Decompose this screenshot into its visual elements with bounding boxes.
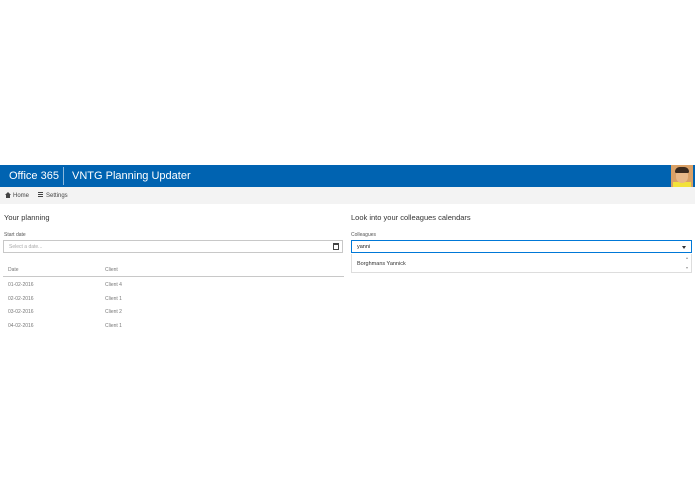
colleagues-calendars-title: Look into your colleagues calendars — [351, 213, 471, 222]
chevron-down-icon[interactable] — [682, 246, 686, 249]
app-title: VNTG Planning Updater — [72, 170, 191, 182]
suggestions-scrollbar[interactable] — [684, 254, 691, 272]
nav-home-label: Home — [13, 193, 30, 199]
nav-settings-label: Settings — [46, 193, 68, 199]
row-date: 02-02-2016 — [8, 295, 34, 302]
calendar-icon[interactable] — [333, 243, 339, 250]
table-row[interactable]: 02-02-2016 Client 1 — [3, 291, 344, 305]
row-client: Client 1 — [105, 322, 122, 329]
list-icon — [38, 192, 44, 198]
column-header-date[interactable]: Date — [8, 267, 19, 273]
office365-brand[interactable]: Office 365 — [9, 169, 59, 183]
nav-settings-link[interactable]: Settings — [38, 192, 68, 200]
suite-bar-divider — [63, 167, 64, 185]
start-date-input[interactable]: Select a date... — [3, 240, 343, 253]
nav-home-link[interactable]: Home — [5, 192, 29, 200]
row-date: 03-02-2016 — [8, 309, 34, 315]
row-client: Client 4 — [105, 282, 122, 288]
suggestion-item[interactable]: Borghmans Yannick — [357, 261, 406, 268]
scroll-up-icon[interactable] — [686, 257, 688, 259]
planning-table: Date Client 01-02-2016 Client 4 02-02-20… — [3, 261, 344, 331]
start-date-label: Start date — [4, 232, 26, 238]
home-icon — [5, 192, 11, 198]
app-root: Office 365 VNTG Planning Updater Home Se… — [0, 165, 695, 335]
row-client: Client 1 — [105, 295, 122, 302]
your-planning-title: Your planning — [4, 213, 50, 222]
suite-bar: Office 365 VNTG Planning Updater — [0, 165, 695, 187]
column-header-client[interactable]: Client — [105, 267, 118, 273]
scroll-down-icon[interactable] — [686, 267, 688, 269]
row-date: 04-02-2016 — [8, 322, 34, 329]
colleagues-suggestions: Borghmans Yannick — [351, 254, 692, 273]
user-avatar-icon[interactable] — [671, 165, 693, 187]
nav-bar: Home Settings — [0, 187, 695, 204]
colleagues-input-value[interactable]: yanni — [357, 244, 370, 250]
table-header: Date Client — [3, 261, 344, 277]
table-row[interactable]: 01-02-2016 Client 4 — [3, 277, 344, 291]
row-client: Client 2 — [105, 309, 122, 315]
colleagues-combobox[interactable]: yanni — [351, 240, 692, 253]
colleagues-label: Colleagues — [351, 232, 377, 238]
start-date-placeholder: Select a date... — [9, 244, 43, 250]
row-date: 01-02-2016 — [8, 282, 34, 288]
table-row[interactable]: 04-02-2016 Client 1 — [3, 318, 344, 332]
table-row[interactable]: 03-02-2016 Client 2 — [3, 304, 344, 318]
